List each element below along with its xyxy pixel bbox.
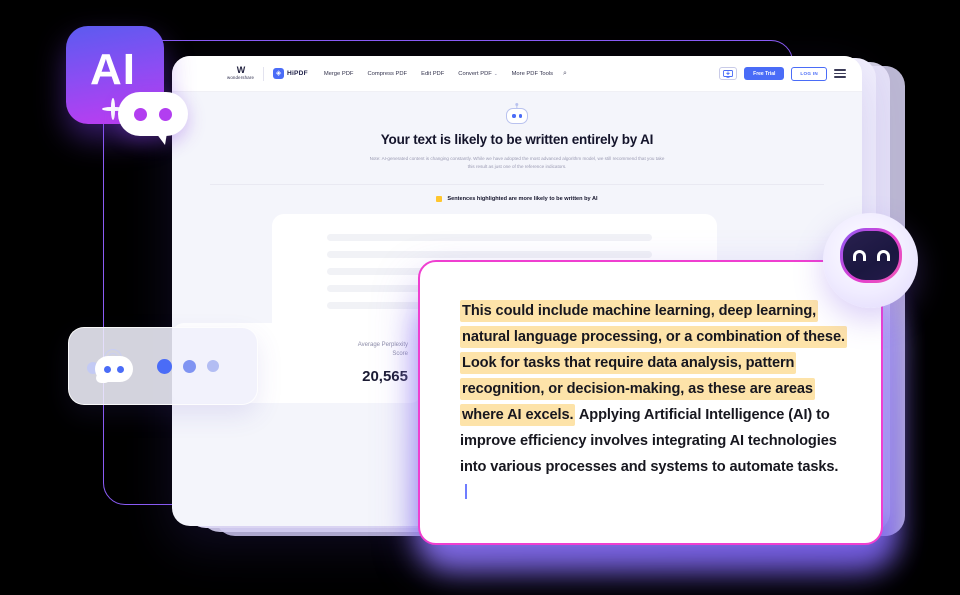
robot-face-avatar [840, 228, 902, 283]
text-cursor-icon [465, 484, 467, 499]
divider [210, 184, 824, 186]
wondershare-logo[interactable]: W wondershare [227, 66, 254, 80]
robot-eye-left [104, 365, 111, 373]
avatar-eye-left [852, 250, 866, 261]
chevron-down-icon: ⌄ [493, 70, 498, 76]
hipdf-icon-glyph: ◈ [275, 70, 282, 77]
wondershare-mark: W [236, 65, 245, 76]
highlight-legend: Sentences highlighted are more likely to… [172, 196, 862, 203]
page-title: Your text is likely to be written entire… [380, 132, 654, 147]
search-icon[interactable]: ⌕ [563, 70, 567, 78]
nav-divider [263, 66, 265, 81]
robot-eye-right [518, 114, 522, 118]
nav-link-edit-pdf-label: Edit PDF [421, 70, 445, 77]
nav-link-more-pdf-tools-label: More PDF Tools [511, 70, 554, 77]
nav-actions: Free Trial LOG IN [719, 66, 846, 81]
result-header: Your text is likely to be written entire… [172, 92, 862, 203]
nav-link-compress-pdf[interactable]: Compress PDF [367, 71, 407, 77]
hipdf-label: HiPDF [287, 70, 308, 77]
robot-eye-right [117, 365, 124, 373]
hamburger-menu-icon[interactable] [834, 69, 846, 78]
chat-bubble-icon [118, 92, 188, 145]
nav-link-convert-pdf[interactable]: Convert PDF ⌄ [458, 71, 497, 77]
popup-paragraph: This could include machine learning, dee… [460, 298, 847, 506]
desktop-download-icon[interactable] [719, 67, 738, 80]
legend-label: Sentences highlighted are more likely to… [447, 196, 598, 203]
bubble-dot-right [159, 107, 172, 121]
typing-dot-2 [183, 359, 196, 373]
ai-badge-label: AI [90, 45, 136, 94]
hipdf-logo[interactable]: ◈ HiPDF [273, 68, 308, 79]
avatar-eye-right [876, 250, 890, 261]
popup-content: This could include machine learning, dee… [434, 276, 867, 529]
robot-hand [96, 373, 110, 383]
legend-color-swatch [436, 196, 443, 203]
wondershare-name: wondershare [227, 75, 255, 81]
robot-eye-left [512, 114, 516, 118]
ai-robot-icon [506, 108, 528, 124]
hipdf-icon: ◈ [273, 68, 285, 79]
typing-indicator-card [68, 327, 258, 405]
robot-waving-icon [87, 349, 135, 383]
free-trial-button[interactable]: Free Trial [744, 67, 785, 80]
login-button[interactable]: LOG IN [791, 66, 827, 81]
bubble-dot-left [134, 107, 147, 121]
nav-link-more-pdf-tools[interactable]: More PDF Tools [512, 71, 553, 77]
typing-dot-1 [157, 358, 172, 374]
nav-link-compress-pdf-label: Compress PDF [367, 70, 408, 77]
skeleton-line [327, 251, 652, 258]
typing-dot-3 [207, 360, 219, 372]
nav-links: Merge PDF Compress PDF Edit PDF Convert … [324, 71, 553, 77]
nav-link-merge-pdf-label: Merge PDF [323, 70, 354, 77]
typing-dots [157, 358, 219, 374]
result-note: Note: AI-generated content is changing c… [369, 156, 665, 170]
nav-link-merge-pdf[interactable]: Merge PDF [324, 71, 354, 77]
nav-link-edit-pdf[interactable]: Edit PDF [421, 71, 444, 77]
ai-detection-popup: This could include machine learning, dee… [418, 260, 883, 545]
screenshot-stage: W wondershare ◈ HiPDF Merge PDF Compress… [0, 0, 960, 595]
nav-link-convert-pdf-label: Convert PDF [458, 70, 492, 77]
site-navigation-bar: W wondershare ◈ HiPDF Merge PDF Compress… [172, 56, 862, 92]
skeleton-line [327, 234, 652, 241]
